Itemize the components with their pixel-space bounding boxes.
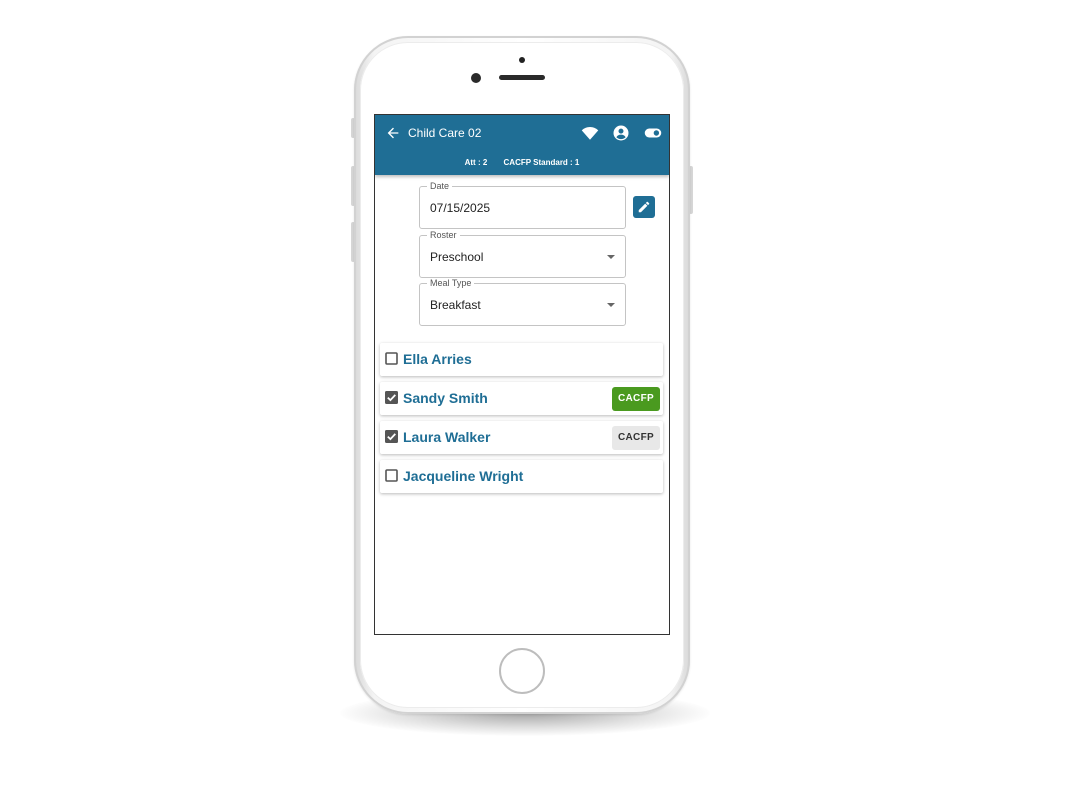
child-row[interactable]: Ella Arries (380, 343, 663, 376)
caret-down-icon (607, 303, 615, 307)
checkbox[interactable] (385, 391, 398, 404)
caret-down-icon (607, 255, 615, 259)
date-value: 07/15/2025 (430, 201, 491, 215)
meal-type-select[interactable]: Meal Type Breakfast (419, 278, 626, 326)
roster-select[interactable]: Roster Preschool (419, 230, 626, 278)
account-circle-icon[interactable] (612, 124, 630, 142)
attendance-count: Att : 2 (464, 158, 488, 167)
wifi-icon[interactable] (581, 124, 599, 142)
roster-label: Roster (427, 230, 460, 240)
app-screen: Child Care 02 Att : 2 CACFP Standard : 1… (374, 114, 670, 635)
phone-camera (471, 73, 481, 83)
child-row[interactable]: Jacqueline Wright (380, 460, 663, 493)
page-title: Child Care 02 (408, 126, 482, 140)
child-row[interactable]: Sandy Smith CACFP (380, 382, 663, 415)
stage: Child Care 02 Att : 2 CACFP Standard : 1… (0, 0, 1080, 800)
child-name: Sandy Smith (403, 390, 488, 406)
date-label: Date (427, 181, 453, 191)
child-name: Laura Walker (403, 429, 491, 445)
child-name: Jacqueline Wright (403, 468, 524, 484)
checkbox[interactable] (385, 430, 398, 443)
phone-home-button[interactable] (499, 648, 545, 694)
cacfp-button[interactable]: CACFP (612, 387, 660, 411)
child-name: Ella Arries (403, 351, 472, 367)
app-bar: Child Care 02 Att : 2 CACFP Standard : 1 (375, 115, 669, 175)
date-field[interactable]: Date 07/15/2025 (419, 181, 626, 229)
cacfp-standard-count: CACFP Standard : 1 (503, 158, 580, 167)
arrow-left-icon[interactable] (385, 125, 401, 141)
checkbox[interactable] (385, 469, 398, 482)
toggle-icon[interactable] (644, 124, 662, 142)
attendance-summary: Att : 2 CACFP Standard : 1 (375, 157, 669, 169)
meal-type-value: Breakfast (430, 298, 481, 312)
roster-value: Preschool (430, 250, 484, 264)
phone-sensor (519, 57, 525, 63)
child-row[interactable]: Laura Walker CACFP (380, 421, 663, 454)
edit-date-button[interactable] (633, 196, 655, 218)
cacfp-button[interactable]: CACFP (612, 426, 660, 450)
checkbox[interactable] (385, 352, 398, 365)
pencil-icon (638, 201, 650, 213)
meal-type-label: Meal Type (427, 278, 475, 288)
phone-speaker (499, 75, 545, 80)
